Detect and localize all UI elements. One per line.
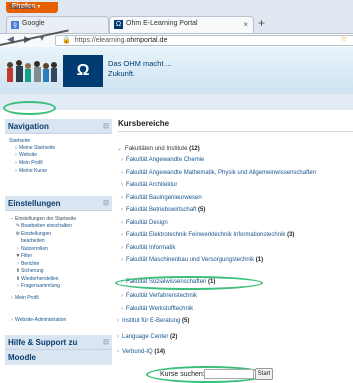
ohm-logo[interactable]: Ω <box>63 55 103 87</box>
chevron-right-icon: › <box>117 349 119 355</box>
category-item[interactable]: › Fakultät Bauingenieurwesen <box>121 195 202 201</box>
category-item[interactable]: › Fakultät Betriebswirtschaft (5) <box>121 207 205 213</box>
course-search-button[interactable]: Start <box>255 368 273 380</box>
collapse-icon[interactable]: ⊟ <box>103 199 109 207</box>
settings-item-restore[interactable]: ⬆Wiederherstellen <box>15 276 59 282</box>
navigation-toolbar: ◀ ▶ ▾ 🔒https://elearning.ohmportal.de ☆ <box>0 33 353 47</box>
category-item[interactable]: › Fakultät Architektur <box>121 182 177 188</box>
chevron-right-icon: › <box>121 232 123 238</box>
google-icon: g <box>11 21 19 29</box>
chevron-right-icon: › <box>121 157 123 163</box>
settings-item-settings[interactable]: ⚙Einstellungen <box>15 231 51 237</box>
close-icon[interactable]: × <box>243 20 248 29</box>
settings-item-backup[interactable]: ⬆Sicherung <box>15 268 44 274</box>
settings-item-questionbank[interactable]: › Fragensammlung <box>15 283 60 289</box>
chevron-right-icon: › <box>121 257 123 263</box>
category-faculties[interactable]: ⌄ Fakultäten und Institute (12) <box>117 145 200 152</box>
nav-item-meine-kurse[interactable]: › Meine Kurse <box>13 168 47 174</box>
settings-item-edit-on[interactable]: ✎Bearbeiten einschalten <box>15 223 72 229</box>
chevron-right-icon: › <box>121 195 123 201</box>
chevron-right-icon: › <box>117 318 119 324</box>
category-item[interactable]: › Fakultät Angewandte Chemie <box>121 157 204 163</box>
category-item[interactable]: › Fakultät Angewandte Mathematik, Physik … <box>121 170 316 176</box>
chevron-right-icon: › <box>121 182 123 188</box>
site-tagline: Das OHM macht ... Zukunft. <box>108 59 172 78</box>
chevron-right-icon: › <box>121 207 123 213</box>
collapse-icon[interactable]: ⊟ <box>103 338 109 346</box>
settings-block-header[interactable]: Einstellungen ⊟ <box>5 196 112 211</box>
nav-item-mein-profil[interactable]: › Mein Profil <box>13 160 42 166</box>
category-item[interactable]: › Fakultät Design <box>121 220 168 226</box>
tab-google[interactable]: g Google <box>6 16 109 33</box>
settings-item-filter[interactable]: ▼Filter <box>15 253 33 259</box>
new-tab-button[interactable]: + <box>258 17 265 29</box>
bookmark-star-icon[interactable]: ☆ <box>340 34 347 43</box>
url-bar[interactable]: 🔒 https://elearning.ohmportal.de <box>55 35 353 46</box>
nav-item-meine-startseite[interactable]: ○Meine Startseite <box>13 145 55 151</box>
category-item[interactable]: › Fakultät Elektrotechnik Feinwerktechnik… <box>121 232 294 238</box>
category-item[interactable]: › Fakultät Informatik <box>121 245 175 251</box>
course-search-label: Kurse suchen: <box>160 371 205 378</box>
settings-item-roles[interactable]: › Nutzerrollen <box>15 246 48 252</box>
tab-ohm-elearning[interactable]: Ω Ohm E-Learning Portal × <box>109 16 254 33</box>
people-illustration <box>7 60 57 82</box>
course-search-input[interactable] <box>204 369 254 379</box>
breadcrumb-home-link[interactable]: Startseite <box>9 5 34 11</box>
nav-item-startseite[interactable]: Startseite <box>9 138 30 144</box>
chevron-down-icon: ⌄ <box>117 146 123 152</box>
site-header: Ω Das OHM macht ... Zukunft. <box>0 47 353 94</box>
chevron-right-icon: › <box>121 220 123 226</box>
category-item[interactable]: › Fakultät Maschinenbau und Versorgungste… <box>121 257 263 263</box>
category-item[interactable]: › Verbund-IQ (14) <box>117 349 165 355</box>
settings-item-startseite[interactable]: − Einstellungen der Startseite <box>9 216 77 222</box>
settings-item-settings-edit[interactable]: bearbeiten <box>21 238 45 244</box>
chevron-right-icon: › <box>121 170 123 176</box>
collapse-icon[interactable]: ⊟ <box>103 122 109 130</box>
navigation-block-header[interactable]: Navigation ⊟ <box>5 119 112 134</box>
chevron-right-icon: › <box>121 245 123 251</box>
nav-item-website[interactable]: › Website <box>13 152 37 158</box>
chevron-right-icon: › <box>121 293 123 299</box>
help-block-header-cont: Moodle <box>5 350 112 365</box>
chevron-right-icon: › <box>121 306 123 312</box>
divider <box>118 131 353 132</box>
category-item[interactable]: › Fakultät Verfahrenstechnik <box>121 293 197 299</box>
lock-icon: 🔒 <box>62 37 71 44</box>
settings-item-site-admin[interactable]: › Website-Administration <box>9 317 66 323</box>
help-block-header[interactable]: Hilfe & Support zu ⊟ <box>5 335 112 350</box>
ohm-logo-icon: Ω <box>114 20 123 29</box>
category-item[interactable]: › Language Center (2) <box>117 334 177 340</box>
chevron-right-icon: › <box>117 334 119 340</box>
category-item[interactable]: › Fakultät Werkstofftechnik <box>121 306 193 312</box>
category-item[interactable]: › Institut für E-Beratung (5) <box>117 318 189 324</box>
settings-item-mein-profil[interactable]: › Mein Profil <box>9 295 38 301</box>
page-title: Kursbereiche <box>118 119 170 128</box>
highlight-oval-breadcrumb <box>3 101 56 115</box>
settings-item-reports[interactable]: › Berichte <box>15 261 39 267</box>
highlight-oval-category <box>115 276 263 290</box>
